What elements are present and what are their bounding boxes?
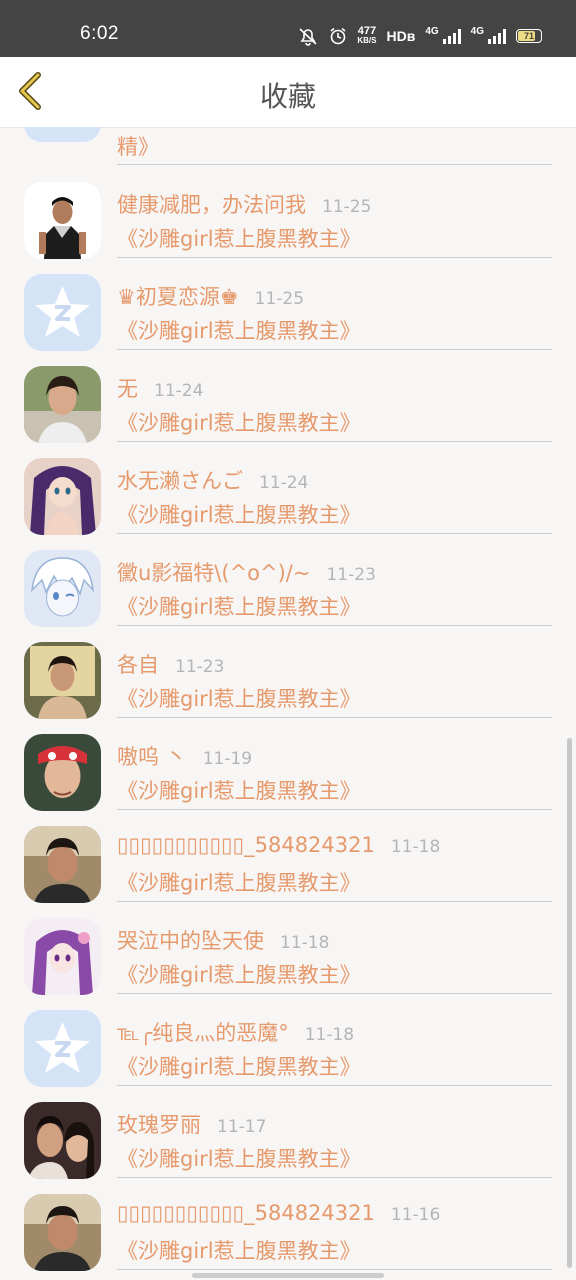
status-icons: 477 KB/S HDʙ 4G 4G 71 <box>297 24 542 48</box>
divider <box>117 717 552 718</box>
favorites-list[interactable]: 精》 健康减肥，办法问我 11-25 《沙雕girl惹上腹黑教主》 ♛初夏恋源♚… <box>0 127 576 1280</box>
book-title[interactable]: 《沙雕girl惹上腹黑教主》 <box>117 683 361 713</box>
anime-boy-avatar <box>24 550 101 627</box>
qq-default-avatar <box>24 274 101 351</box>
list-item[interactable]: 水无濑さんご 11-24 《沙雕girl惹上腹黑教主》 <box>0 458 576 550</box>
book-title[interactable]: 《沙雕girl惹上腹黑教主》 <box>117 1051 361 1081</box>
woman-photo-avatar <box>24 642 101 719</box>
scrollbar[interactable] <box>567 738 572 1268</box>
signal-icon <box>442 28 461 44</box>
date-label: 11-25 <box>254 289 305 309</box>
title-bar: 收藏 <box>0 57 576 128</box>
list-item[interactable]: ℡╭纯良灬的恶魔° 11-18 《沙雕girl惹上腹黑教主》 <box>0 1010 576 1102</box>
date-label: 11-18 <box>390 837 441 857</box>
list-item[interactable]: 嗷呜 丶 11-19 《沙雕girl惹上腹黑教主》 <box>0 734 576 826</box>
date-label: 11-16 <box>390 1205 441 1225</box>
book-title: 精》 <box>117 135 159 159</box>
man-selfie-avatar <box>24 826 101 903</box>
qq-default-avatar <box>24 1010 101 1087</box>
list-item[interactable]: ♛初夏恋源♚ 11-25 《沙雕girl惹上腹黑教主》 <box>0 274 576 366</box>
book-title[interactable]: 《沙雕girl惹上腹黑教主》 <box>117 315 361 345</box>
list-item[interactable]: ▯▯▯▯▯▯▯▯▯▯▯_584824321 11-18 《沙雕girl惹上腹黑教… <box>0 826 576 918</box>
qq-default-avatar <box>24 127 101 142</box>
book-title[interactable]: 《沙雕girl惹上腹黑教主》 <box>117 959 361 989</box>
date-label: 11-18 <box>280 933 330 953</box>
user-name: ▯▯▯▯▯▯▯▯▯▯▯_584824321 <box>117 833 375 857</box>
network-type-1: 4G <box>425 25 439 37</box>
network-type-2: 4G <box>470 25 484 37</box>
divider <box>117 257 552 258</box>
anime-purple-avatar <box>24 918 101 995</box>
user-name: ℡╭纯良灬的恶魔° <box>117 1021 289 1045</box>
divider <box>117 164 552 165</box>
date-label: 11-19 <box>202 749 253 769</box>
date-label: 11-24 <box>154 381 204 401</box>
user-name: ▯▯▯▯▯▯▯▯▯▯▯_584824321 <box>117 1201 375 1225</box>
date-label: 11-23 <box>175 657 225 677</box>
battery-icon: 71 <box>516 29 542 43</box>
hd-indicator: HDʙ <box>386 28 416 44</box>
user-name: 水无濑さんご <box>117 469 243 493</box>
divider <box>117 1177 552 1178</box>
man-sports-avatar <box>24 182 101 259</box>
list-item[interactable]: 无 11-24 《沙雕girl惹上腹黑教主》 <box>0 366 576 458</box>
anime-girl-avatar <box>24 458 101 535</box>
couple-photo-avatar <box>24 1102 101 1179</box>
man-eyemask-avatar <box>24 734 101 811</box>
date-label: 11-18 <box>304 1025 355 1045</box>
mute-bell-icon <box>299 28 317 46</box>
list-item[interactable]: 健康减肥，办法问我 11-25 《沙雕girl惹上腹黑教主》 <box>0 182 576 274</box>
book-title[interactable]: 《沙雕girl惹上腹黑教主》 <box>117 867 361 897</box>
divider <box>117 901 552 902</box>
user-name: 嗷呜 丶 <box>117 745 187 769</box>
book-title[interactable]: 《沙雕girl惹上腹黑教主》 <box>117 591 361 621</box>
divider <box>117 441 552 442</box>
user-name: 玫瑰罗丽 <box>117 1113 201 1137</box>
list-item[interactable]: 玫瑰罗丽 11-17 《沙雕girl惹上腹黑教主》 <box>0 1102 576 1194</box>
divider <box>117 533 552 534</box>
signal-icon <box>488 28 506 44</box>
divider <box>117 1269 552 1270</box>
date-label: 11-25 <box>322 197 372 217</box>
list-item[interactable]: 各自 11-23 《沙雕girl惹上腹黑教主》 <box>0 642 576 734</box>
divider <box>117 349 552 350</box>
user-name: 各自 <box>117 653 159 677</box>
book-title[interactable]: 《沙雕girl惹上腹黑教主》 <box>117 223 361 253</box>
page-title: 收藏 <box>259 80 316 113</box>
book-title[interactable]: 《沙雕girl惹上腹黑教主》 <box>117 775 361 805</box>
user-name: 黴u影福特\(^o^)/~ <box>117 561 311 585</box>
girl-photo-avatar <box>24 366 101 443</box>
alarm-icon <box>330 27 346 45</box>
date-label: 11-23 <box>326 565 376 585</box>
list-item-partial[interactable]: 精》 <box>0 127 576 167</box>
status-bar: 6:02 477 KB/S HDʙ 4G 4G 71 <box>0 0 576 57</box>
divider <box>117 625 552 626</box>
book-title[interactable]: 《沙雕girl惹上腹黑教主》 <box>117 407 361 437</box>
user-name: 哭泣中的坠天使 <box>117 929 264 953</box>
date-label: 11-17 <box>217 1117 267 1137</box>
user-name: 无 <box>117 377 138 401</box>
divider <box>117 1085 552 1086</box>
date-label: 11-24 <box>259 473 309 493</box>
book-title[interactable]: 《沙雕girl惹上腹黑教主》 <box>117 1143 361 1173</box>
divider <box>117 809 552 810</box>
network-speed: 477 KB/S <box>357 25 377 46</box>
book-title[interactable]: 《沙雕girl惹上腹黑教主》 <box>117 1235 361 1265</box>
home-indicator[interactable] <box>192 1273 384 1278</box>
list-item[interactable]: 哭泣中的坠天使 11-18 《沙雕girl惹上腹黑教主》 <box>0 918 576 1010</box>
list-item[interactable]: ▯▯▯▯▯▯▯▯▯▯▯_584824321 11-16 《沙雕girl惹上腹黑教… <box>0 1194 576 1280</box>
man-selfie-avatar <box>24 1194 101 1271</box>
divider <box>117 993 552 994</box>
list-item[interactable]: 黴u影福特\(^o^)/~ 11-23 《沙雕girl惹上腹黑教主》 <box>0 550 576 642</box>
user-name: ♛初夏恋源♚ <box>117 285 239 309</box>
book-title[interactable]: 《沙雕girl惹上腹黑教主》 <box>117 499 361 529</box>
user-name: 健康减肥，办法问我 <box>117 193 306 217</box>
status-time: 6:02 <box>80 23 119 44</box>
